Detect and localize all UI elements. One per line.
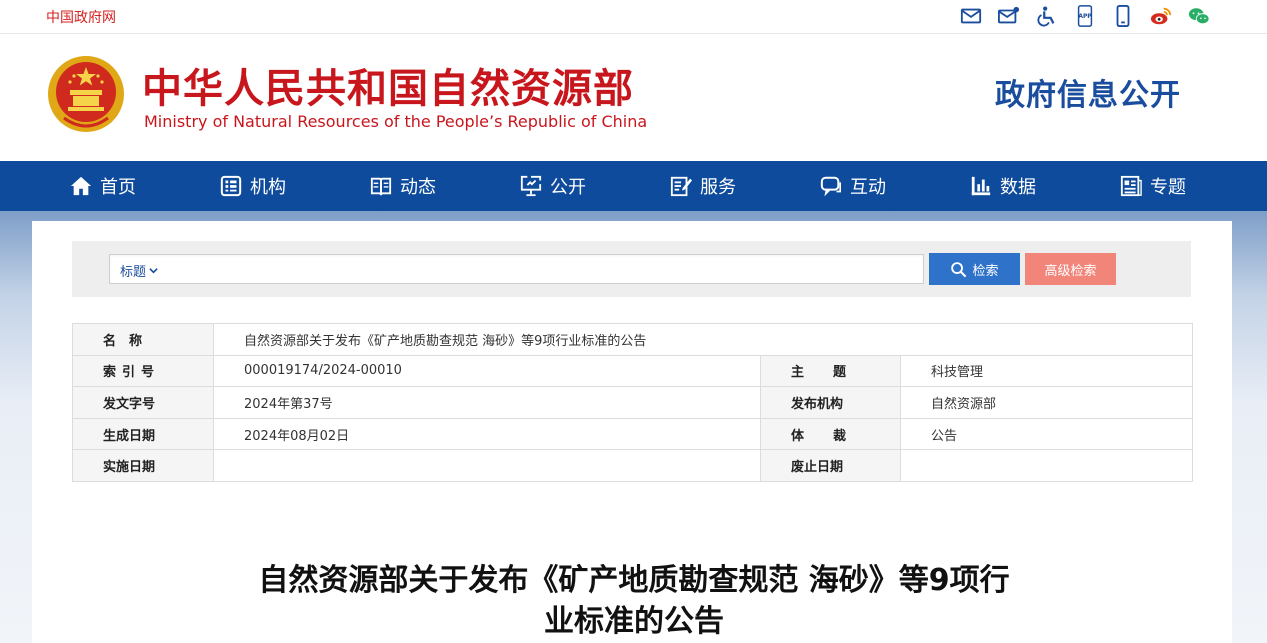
table-row: 发文字号 2024年第37号 发布机构 自然资源部 <box>72 386 1193 419</box>
nav-item-data[interactable]: 数据 <box>970 161 1036 211</box>
nav-label: 数据 <box>1000 177 1036 198</box>
nav-label: 互动 <box>850 177 886 198</box>
mobile-phone-icon[interactable] <box>1111 4 1135 28</box>
theme-label: 主题 <box>760 354 901 388</box>
article-title-line-1: 自然资源部关于发布《矿产地质勘查规范 海砂》等9项行 <box>258 563 1010 598</box>
monitor-icon <box>520 175 542 197</box>
table-row: 实施日期 废止日期 <box>72 449 1193 482</box>
weibo-icon[interactable] <box>1149 4 1173 28</box>
nav-label: 机构 <box>250 177 286 198</box>
abolished-date-label: 废止日期 <box>760 449 901 482</box>
organization-icon <box>220 175 242 197</box>
table-row: 生成日期 2024年08月02日 体裁 公告 <box>72 417 1193 451</box>
table-row: 索引号 000019174/2024-00010 主题 科技管理 <box>72 354 1193 388</box>
site-title-cn: 中华人民共和国自然资源部 <box>142 66 634 112</box>
nav-item-interaction[interactable]: 互动 <box>820 161 886 211</box>
top-utility-bar: 中国政府网 APP <box>0 0 1267 34</box>
nav-item-news[interactable]: 动态 <box>370 161 436 211</box>
table-row: 名 称 自然资源部关于发布《矿产地质勘查规范 海砂》等9项行业标准的公告 <box>72 323 1193 356</box>
chevron-down-icon <box>149 268 158 274</box>
bar-chart-icon <box>971 176 991 196</box>
section-title: 政府信息公开 <box>995 78 1181 113</box>
nav-item-topics[interactable]: 专题 <box>1120 161 1186 211</box>
name-label-text: 名 称 <box>103 333 143 349</box>
created-date-label: 生成日期 <box>72 417 214 451</box>
name-value: 自然资源部关于发布《矿产地质勘查规范 海砂》等9项行业标准的公告 <box>213 323 1193 356</box>
gov-portal-link[interactable]: 中国政府网 <box>46 7 116 27</box>
article-title: 自然资源部关于发布《矿产地质勘查规范 海砂》等9项行 业标准的公告 <box>200 560 1068 642</box>
index-value: 000019174/2024-00010 <box>213 354 761 388</box>
top-icon-group: APP <box>959 4 1211 28</box>
nav-item-disclosure[interactable]: 公开 <box>520 161 586 211</box>
national-emblem-logo <box>46 52 126 136</box>
search-icon <box>951 261 967 277</box>
nav-item-home[interactable]: 首页 <box>70 161 136 211</box>
topic-document-icon <box>1120 175 1142 197</box>
svg-text:APP: APP <box>1078 13 1092 20</box>
nav-label: 专题 <box>1150 177 1186 198</box>
nav-label: 动态 <box>400 177 436 198</box>
nav-label: 首页 <box>100 177 136 198</box>
search-box: 标题 <box>109 254 924 284</box>
app-icon[interactable]: APP <box>1073 4 1097 28</box>
name-label: 名 称 <box>72 323 214 356</box>
theme-value: 科技管理 <box>900 354 1193 388</box>
edit-document-icon <box>670 176 692 197</box>
nav-label: 服务 <box>700 177 736 198</box>
advanced-search-button[interactable]: 高级检索 <box>1025 253 1116 285</box>
main-navigation: 首页 机构 动态 公开 服务 互动 数据 专题 <box>0 161 1267 211</box>
book-icon <box>370 177 392 196</box>
effective-date-value <box>213 449 761 482</box>
site-header: 中华人民共和国自然资源部 Ministry of Natural Resourc… <box>0 34 1267 161</box>
chat-icon <box>820 176 841 197</box>
genre-label: 体裁 <box>760 417 901 451</box>
accessibility-icon[interactable] <box>1035 4 1059 28</box>
genre-value: 公告 <box>900 417 1193 451</box>
effective-date-label: 实施日期 <box>72 449 214 482</box>
mail-settings-icon[interactable] <box>997 4 1021 28</box>
nav-item-services[interactable]: 服务 <box>670 161 736 211</box>
home-icon <box>70 176 92 196</box>
abolished-date-value <box>900 449 1193 482</box>
issuer-value: 自然资源部 <box>900 386 1193 419</box>
search-button-label: 检索 <box>972 263 999 279</box>
search-field-label: 标题 <box>120 265 147 280</box>
site-title-en: Ministry of Natural Resources of the Peo… <box>144 112 648 131</box>
article-title-line-2: 业标准的公告 <box>544 604 724 639</box>
nav-label: 公开 <box>550 177 586 198</box>
search-field-select[interactable]: 标题 <box>120 261 158 280</box>
created-date-value: 2024年08月02日 <box>213 417 761 451</box>
issuer-label: 发布机构 <box>760 386 901 419</box>
index-label: 索引号 <box>72 354 214 388</box>
docno-value: 2024年第37号 <box>213 386 761 419</box>
wechat-icon[interactable] <box>1187 4 1211 28</box>
search-button[interactable]: 检索 <box>929 253 1020 285</box>
nav-item-organization[interactable]: 机构 <box>220 161 286 211</box>
search-input[interactable] <box>178 259 908 281</box>
docno-label: 发文字号 <box>72 386 214 419</box>
document-info-table: 名 称 自然资源部关于发布《矿产地质勘查规范 海砂》等9项行业标准的公告 索引号… <box>72 323 1193 482</box>
mail-icon[interactable] <box>959 4 983 28</box>
